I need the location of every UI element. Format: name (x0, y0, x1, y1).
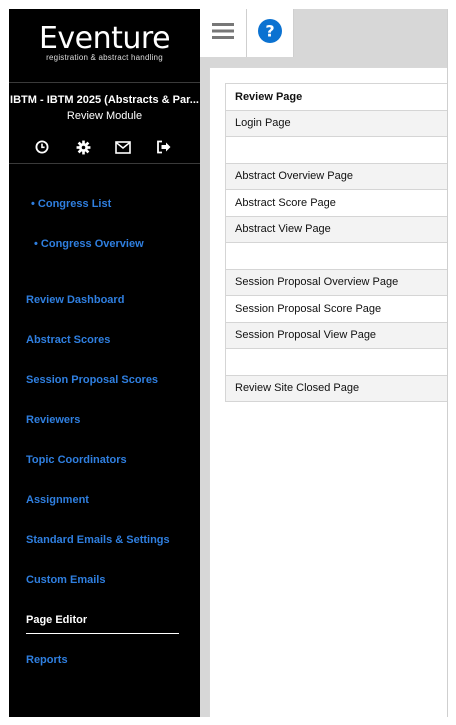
logout-icon[interactable] (154, 137, 174, 157)
page-row-session-proposal-score-page[interactable]: Session Proposal Score Page (225, 296, 447, 323)
nav-custom-emails[interactable]: Custom Emails (26, 573, 105, 587)
event-name: IBTM - IBTM 2025 (Abstracts & Par... (10, 94, 199, 106)
nav-topic-coordinators[interactable]: Topic Coordinators (26, 453, 127, 467)
nav-abstract-scores[interactable]: Abstract Scores (26, 333, 110, 347)
page-row-review-page[interactable]: Review Page (225, 84, 447, 111)
hamburger-menu-icon (212, 22, 234, 45)
sidebar: Eventure registration & abstract handlin… (9, 9, 200, 717)
window-edge (447, 9, 448, 717)
page-row-abstract-overview-page[interactable]: Abstract Overview Page (225, 163, 447, 190)
nav-review-dashboard[interactable]: Review Dashboard (26, 293, 124, 307)
content-gutter (209, 59, 447, 67)
nav-reports[interactable]: Reports (26, 653, 68, 667)
nav-standard-emails-settings[interactable]: Standard Emails & Settings (26, 533, 170, 547)
gear-icon[interactable] (73, 137, 93, 157)
sidebar-divider (9, 163, 200, 164)
clock-icon[interactable] (32, 137, 52, 157)
sidebar-divider (9, 82, 200, 83)
page-row-session-proposal-view-page[interactable]: Session Proposal View Page (225, 322, 447, 349)
page-list: Review Page Login Page Abstract Overview… (225, 83, 447, 402)
page-row-session-proposal-overview-page[interactable]: Session Proposal Overview Page (225, 269, 447, 296)
nav-assignment[interactable]: Assignment (26, 493, 89, 507)
page-row-spacer (225, 243, 447, 270)
envelope-icon[interactable] (113, 137, 133, 157)
page-row-spacer (225, 137, 447, 164)
page-row-review-site-closed-page[interactable]: Review Site Closed Page (225, 375, 447, 402)
nav-congress-list[interactable]: • Congress List (31, 197, 111, 211)
brand-logo[interactable]: Eventure registration & abstract handlin… (9, 9, 200, 81)
help-button[interactable]: ? (247, 9, 294, 57)
help-icon: ? (257, 18, 283, 49)
svg-text:?: ? (265, 21, 274, 40)
active-nav-underline (26, 633, 179, 634)
nav-congress-overview[interactable]: • Congress Overview (34, 237, 144, 251)
page-row-abstract-view-page[interactable]: Abstract View Page (225, 216, 447, 243)
sidebar-icon-row (9, 137, 200, 157)
module-name: Review Module (66, 110, 143, 122)
content-gutter (200, 59, 209, 717)
nav-page-editor[interactable]: Page Editor (26, 613, 87, 627)
nav-session-proposal-scores[interactable]: Session Proposal Scores (26, 373, 158, 387)
menu-toggle-button[interactable] (200, 9, 247, 57)
app-frame: Eventure registration & abstract handlin… (0, 0, 456, 725)
brand-subtitle: registration & abstract handling (46, 53, 163, 62)
page-row-login-page[interactable]: Login Page (225, 110, 447, 137)
page-row-abstract-score-page[interactable]: Abstract Score Page (225, 190, 447, 217)
brand-title: Eventure (38, 21, 171, 56)
nav-reviewers[interactable]: Reviewers (26, 413, 80, 427)
page-row-spacer (225, 349, 447, 376)
